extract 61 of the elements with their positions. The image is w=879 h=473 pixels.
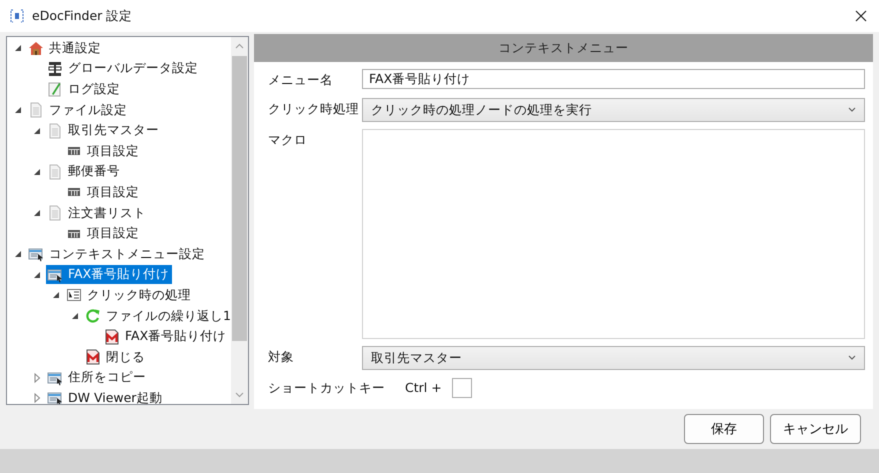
tree-item[interactable]: 項目設定 [65,142,142,161]
panel-header: コンテキストメニュー [254,34,873,62]
expanded-arrow-icon[interactable] [32,166,42,177]
expanded-arrow-icon[interactable] [13,43,23,54]
tree-item[interactable]: 閉じる [84,348,148,367]
tree-item[interactable]: FAX番号貼り付け [46,265,172,284]
loop-arrow-icon [85,308,101,324]
field-label: マクロ [268,131,308,149]
list-icon [66,287,82,304]
macro-icon [85,349,101,366]
text-field[interactable]: FAX番号貼り付け [362,69,865,89]
tree-item[interactable]: 注文書リスト [46,204,149,223]
document-icon [47,205,63,222]
expanded-arrow-icon[interactable] [51,290,61,300]
house-icon [28,40,44,56]
tree-item[interactable]: FAX番号貼り付け [103,327,230,346]
dialog-button[interactable]: 保存 [684,414,764,444]
tree-item[interactable]: 共通設定 [27,38,104,58]
collapsed-arrow-icon[interactable] [32,393,42,404]
tree-item[interactable]: ファイル設定 [27,100,130,120]
document-icon [28,102,44,118]
document-icon [47,122,63,139]
expanded-arrow-icon[interactable] [32,126,42,136]
menu-window-icon [47,370,63,386]
ctrl-label: Ctrl + [405,379,442,397]
data-icon [47,60,63,77]
menu-window-icon [47,266,63,283]
caret-icon [848,107,856,113]
app-icon [10,9,24,23]
dropdown[interactable]: 取引先マスター [362,346,865,370]
tree-item[interactable]: ファイルの繰り返し1 [84,306,231,326]
expanded-arrow-icon[interactable] [13,249,23,260]
window-title: eDocFinder 設定 [32,8,134,24]
field-label: ショートカットキー [268,379,385,397]
note-icon [47,81,63,98]
tree-item[interactable]: コンテキストメニュー設定 [27,244,208,264]
tree-item[interactable]: DW Viewer起動 [46,388,166,404]
menu-window-icon [28,246,44,262]
expanded-arrow-icon[interactable] [32,270,42,280]
expanded-arrow-icon[interactable] [32,208,42,218]
tree-item[interactable]: 項目設定 [65,182,142,202]
dialog-button[interactable]: キャンセル [770,414,861,444]
scroll-thumb[interactable] [232,56,247,341]
field-label: 対象 [268,348,295,366]
tree-item[interactable]: 取引先マスター [46,121,162,140]
tree-item[interactable]: 郵便番号 [46,162,123,182]
expanded-arrow-icon[interactable] [70,311,80,322]
tree-item[interactable]: ログ設定 [46,80,123,99]
close-icon[interactable] [853,8,869,24]
tree-item[interactable]: 住所をコピー [46,368,149,388]
macro-icon [104,328,120,345]
dropdown[interactable]: クリック時の処理ノードの処理を実行 [362,98,865,122]
expanded-arrow-icon[interactable] [13,105,23,116]
collapsed-arrow-icon[interactable] [32,372,42,383]
tree-item[interactable]: 項目設定 [65,224,142,244]
document-icon [47,164,63,180]
field-label: メニュー名 [268,71,334,89]
key-field[interactable] [452,378,472,398]
tree-item[interactable]: グローバルデータ設定 [46,59,201,78]
caret-icon [848,355,856,361]
tree-item[interactable]: クリック時の処理 [65,286,194,305]
